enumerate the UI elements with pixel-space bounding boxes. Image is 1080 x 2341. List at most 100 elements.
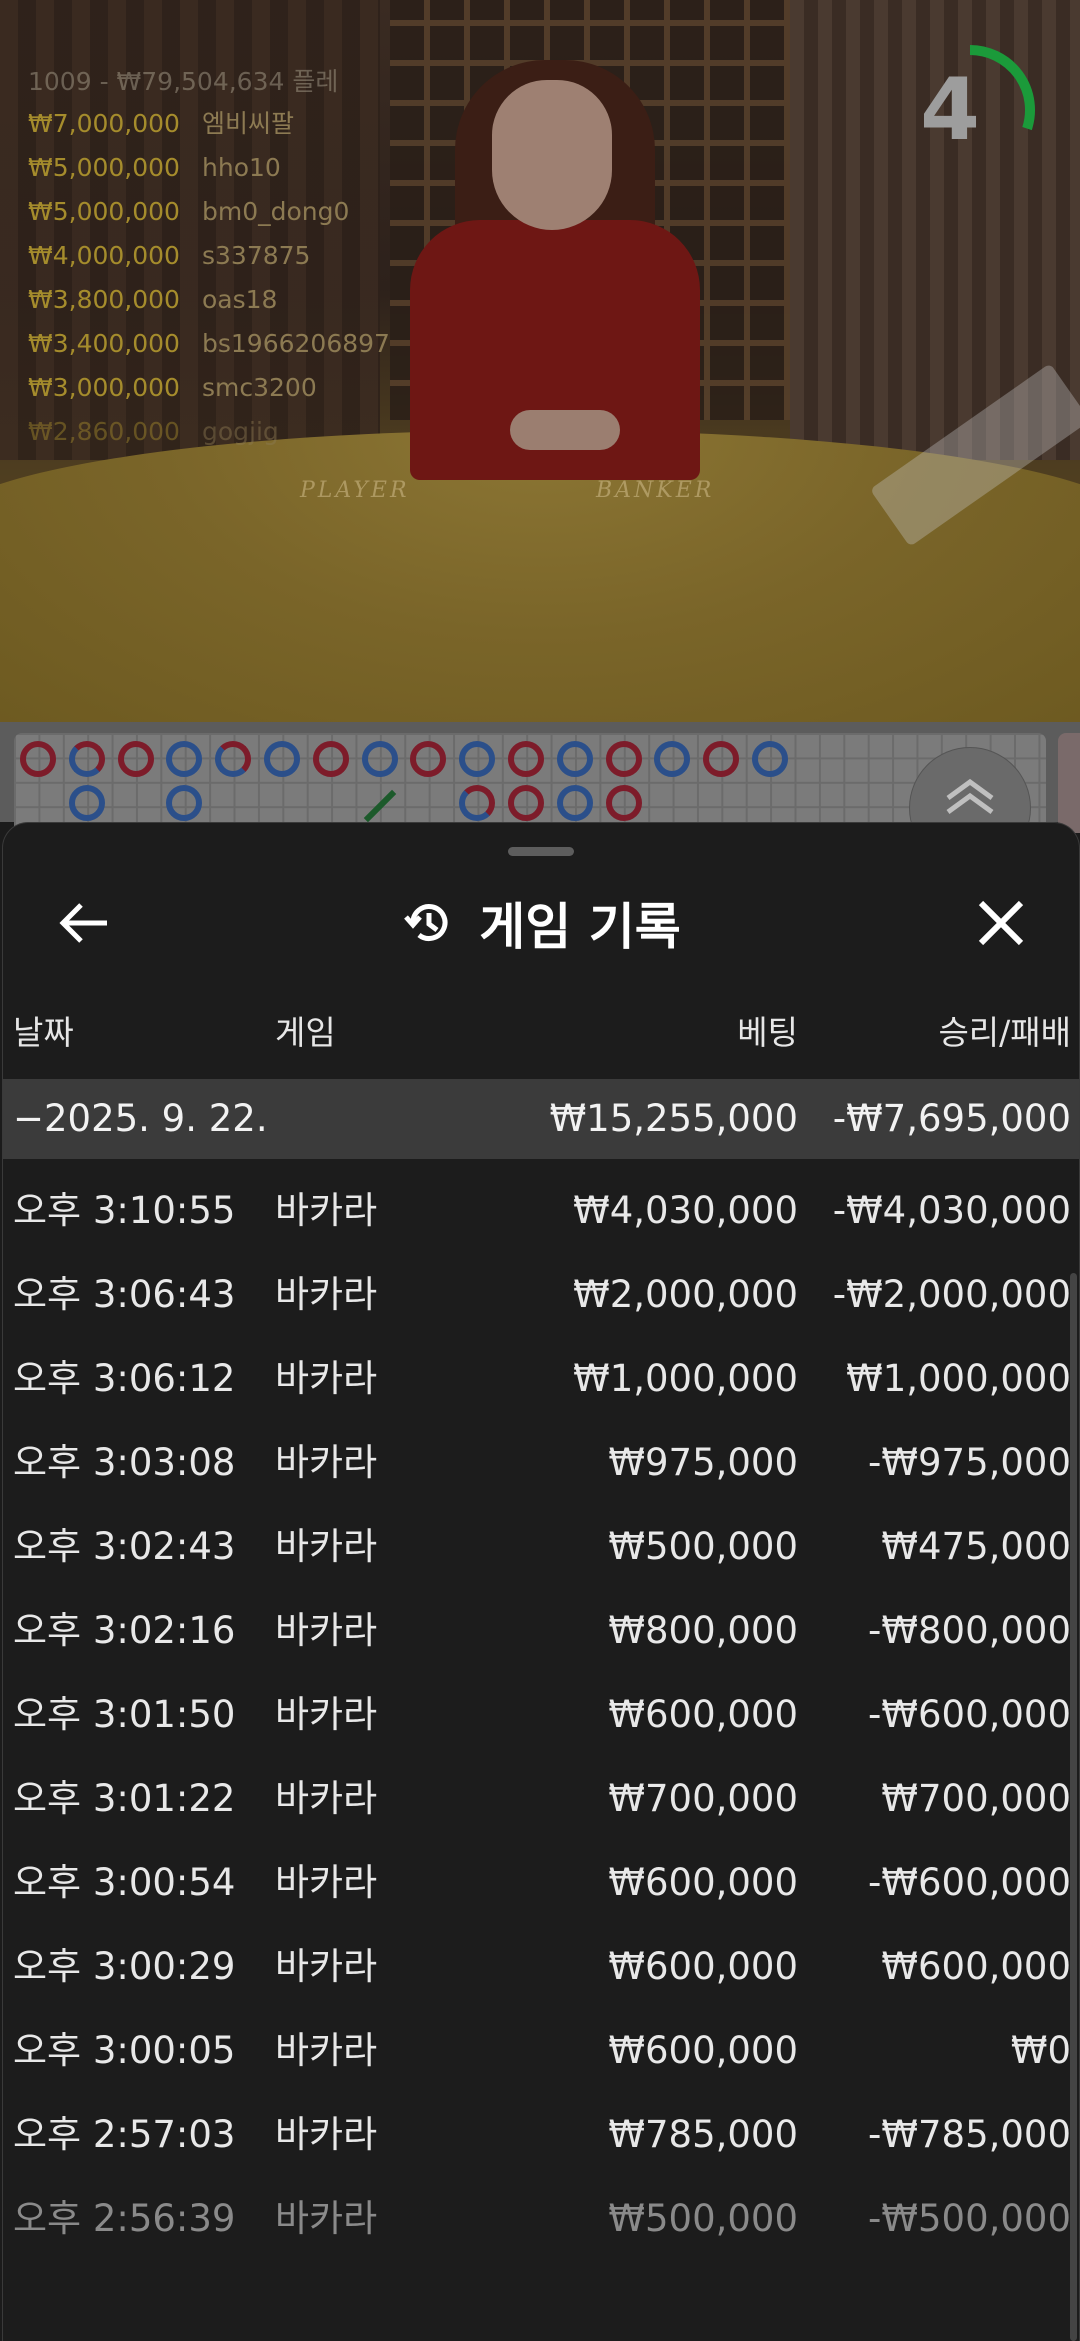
page-title: 게임 기록 — [479, 898, 681, 956]
row-result: -₩785,000 — [868, 2113, 1071, 2156]
bet-feed-row: ₩3,400,000 bs1966206897 — [28, 322, 390, 366]
row-result: -₩600,000 — [868, 1693, 1071, 1736]
row-bet: ₩600,000 — [608, 1693, 798, 1736]
bet-feed-header: 1009 - ₩79,504,634 플레 — [28, 67, 339, 96]
date-summary-row[interactable]: −2025. 9. 22. ₩15,255,000 -₩7,695,000 — [3, 1079, 1079, 1159]
row-bet: ₩600,000 — [608, 2029, 798, 2072]
history-row[interactable]: 오후 3:06:43 바카라 ₩2,000,000 -₩2,000,000 — [3, 1253, 1079, 1337]
live-video: PLAYER BANKER 1009 - ₩79,504,634 플레 ₩7,0… — [0, 0, 1080, 722]
row-time: 오후 3:00:05 — [13, 2029, 236, 2072]
history-row[interactable]: 오후 2:57:03 바카라 ₩785,000 -₩785,000 — [3, 2093, 1079, 2177]
summary-bet-total: ₩15,255,000 — [549, 1097, 798, 1140]
scrollbar[interactable] — [1070, 1273, 1077, 2341]
bead-banker — [361, 741, 398, 777]
bead-player — [508, 741, 544, 777]
history-row[interactable]: 오후 3:10:55 바카라 ₩4,030,000 -₩4,030,000 — [3, 1169, 1079, 1253]
bead-pair — [459, 785, 496, 821]
row-bet: ₩800,000 — [608, 1609, 798, 1652]
column-header-game: 게임 — [275, 1013, 336, 1052]
row-game: 바카라 — [275, 1945, 378, 1988]
history-row[interactable]: 오후 2:56:39 바카라 ₩500,000 -₩500,000 — [3, 2177, 1079, 2261]
column-header-date: 날짜 — [13, 1013, 74, 1052]
bet-user: smc3200 — [202, 373, 317, 402]
bead-player — [508, 785, 544, 821]
history-row[interactable]: 오후 3:06:12 바카라 ₩1,000,000 ₩1,000,000 — [3, 1337, 1079, 1421]
row-bet: ₩975,000 — [608, 1441, 798, 1484]
history-row[interactable]: 오후 3:02:16 바카라 ₩800,000 -₩800,000 — [3, 1589, 1079, 1673]
countdown-timer: 4 — [900, 40, 1040, 180]
table-label-banker: BANKER — [596, 478, 715, 503]
history-row[interactable]: 오후 3:00:29 바카라 ₩600,000 ₩600,000 — [3, 1925, 1079, 2009]
row-result: -₩2,000,000 — [832, 1273, 1071, 1316]
bead-player — [605, 785, 642, 821]
bet-amount: ₩3,400,000 — [28, 329, 180, 358]
row-result: ₩0 — [1010, 2029, 1071, 2072]
bead-road[interactable] — [14, 733, 1046, 833]
bet-amount: ₩4,000,000 — [28, 241, 180, 270]
bet-feed: 1009 - ₩79,504,634 플레 ₩7,000,000 엠비씨팔 ₩5,0… — [28, 62, 390, 454]
history-row[interactable]: 오후 3:00:54 바카라 ₩600,000 -₩600,000 — [3, 1841, 1079, 1925]
bet-user: s337875 — [202, 241, 311, 270]
row-result: ₩475,000 — [881, 1525, 1071, 1568]
row-time: 오후 3:01:22 — [13, 1777, 236, 1820]
bet-feed-row: ₩5,000,000 bm0_dong0 — [28, 190, 390, 234]
bet-amount: ₩3,000,000 — [28, 373, 180, 402]
bet-feed-row: ₩4,000,000 s337875 — [28, 234, 390, 278]
row-time: 오후 2:57:03 — [13, 2113, 236, 2156]
row-bet: ₩600,000 — [608, 1945, 798, 1988]
row-bet: ₩1,000,000 — [573, 1357, 798, 1400]
bet-user: hho10 — [202, 153, 281, 182]
row-result: -₩500,000 — [868, 2197, 1071, 2240]
bead-player — [20, 741, 56, 777]
history-row[interactable]: 오후 3:01:50 바카라 ₩600,000 -₩600,000 — [3, 1673, 1079, 1757]
row-game: 바카라 — [275, 1189, 378, 1232]
close-button[interactable] — [969, 891, 1033, 955]
bet-amount: ₩5,000,000 — [28, 153, 180, 182]
row-time: 오후 3:02:43 — [13, 1525, 236, 1568]
row-result: -₩4,030,000 — [832, 1189, 1071, 1232]
history-row[interactable]: 오후 3:03:08 바카라 ₩975,000 -₩975,000 — [3, 1421, 1079, 1505]
history-icon — [404, 904, 448, 941]
summary-date: −2025. 9. 22. — [13, 1097, 268, 1140]
roadmap-side-panel — [1058, 733, 1080, 833]
bead-banker — [654, 741, 691, 777]
row-time: 오후 3:10:55 — [13, 1189, 236, 1232]
bet-feed-row: ₩7,000,000 엠비씨팔 — [28, 102, 390, 146]
bet-feed-row: ₩3,800,000 oas18 — [28, 278, 390, 322]
row-time: 오후 2:56:39 — [13, 2197, 236, 2240]
row-result: ₩1,000,000 — [846, 1357, 1071, 1400]
row-result: -₩975,000 — [868, 1441, 1071, 1484]
row-bet: ₩600,000 — [608, 1861, 798, 1904]
row-game: 바카라 — [275, 2029, 378, 2072]
bet-user: 엠비씨팔 — [202, 109, 295, 138]
row-game: 바카라 — [275, 2113, 378, 2156]
row-result: -₩800,000 — [868, 1609, 1071, 1652]
bead-player — [605, 741, 642, 777]
dealer-face — [492, 80, 612, 230]
row-game: 바카라 — [275, 1357, 378, 1400]
row-game: 바카라 — [275, 1441, 378, 1484]
column-header-win-loss: 승리/패배 — [938, 1013, 1071, 1052]
row-bet: ₩785,000 — [608, 2113, 798, 2156]
bead-pair — [68, 741, 105, 777]
bead-player — [410, 741, 447, 777]
bet-feed-row: ₩5,000,000 hho10 — [28, 146, 390, 190]
history-row[interactable]: 오후 3:00:05 바카라 ₩600,000 ₩0 — [3, 2009, 1079, 2093]
dealer-hands — [510, 410, 620, 450]
bead-banker — [68, 785, 105, 821]
row-game: 바카라 — [275, 1273, 378, 1316]
bet-user: bs1966206897 — [202, 329, 390, 358]
row-game: 바카라 — [275, 1693, 378, 1736]
history-row[interactable]: 오후 3:02:43 바카라 ₩500,000 ₩475,000 — [3, 1505, 1079, 1589]
row-bet: ₩2,000,000 — [573, 1273, 798, 1316]
history-row[interactable]: 오후 3:01:22 바카라 ₩700,000 ₩700,000 — [3, 1757, 1079, 1841]
sheet-grabber[interactable] — [508, 847, 574, 856]
row-result: ₩600,000 — [881, 1945, 1071, 1988]
row-time: 오후 3:02:16 — [13, 1609, 236, 1652]
bead-banker — [166, 785, 203, 821]
history-list: 오후 3:10:55 바카라 ₩4,030,000 -₩4,030,000 오후 3:0… — [3, 1169, 1079, 2261]
row-bet: ₩500,000 — [608, 1525, 798, 1568]
row-bet: ₩700,000 — [608, 1777, 798, 1820]
row-bet: ₩500,000 — [608, 2197, 798, 2240]
row-time: 오후 3:00:29 — [13, 1945, 236, 1988]
